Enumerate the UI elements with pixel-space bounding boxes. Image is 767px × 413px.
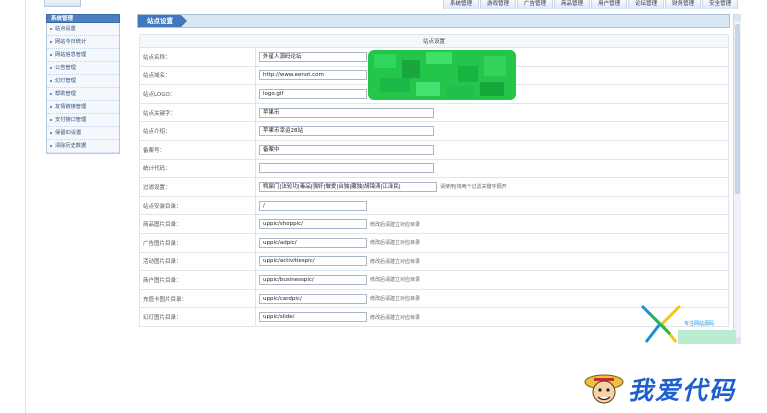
brand-logo-icon: 专注网站源码 <box>640 304 736 344</box>
form-value-cell: 备案中 <box>255 139 729 160</box>
text-input[interactable]: uppic/adpic/ <box>259 237 367 248</box>
text-input[interactable]: 鸭屎门|法轮功|毒品|强奸|做爱|台独|藏独|胡锦涛|江泽民| <box>259 181 437 192</box>
form-value-cell <box>255 158 729 179</box>
text-input[interactable]: http://www.eenot.com <box>259 70 367 81</box>
scroll-up-arrow[interactable] <box>734 14 741 21</box>
text-input[interactable]: uppic/activitiespic/ <box>259 256 367 267</box>
topnav-tab[interactable]: 用户管理 <box>591 0 628 9</box>
text-input[interactable]: 备案中 <box>259 144 434 155</box>
text-input[interactable]: uppic/cardpic/ <box>259 293 367 304</box>
form-caption: 站点设置 <box>139 34 729 48</box>
form-label: 幻灯图片目录： <box>139 307 256 327</box>
form-label: 站点域名： <box>139 65 256 86</box>
sidebar-item[interactable]: 帮助管理 <box>47 88 119 101</box>
form-label: 站点LOGO： <box>139 84 256 104</box>
logo-area <box>44 0 81 7</box>
topnav-tab[interactable]: 财务管理 <box>665 0 702 9</box>
watermark: 我爱代码 <box>584 369 754 407</box>
form-row: 备案号： 备案中 <box>139 139 729 160</box>
main-header-bar: 站点设置 <box>137 14 730 28</box>
field-hint: 修改后请建立对应目录 <box>370 277 421 284</box>
form-label: 备案号： <box>139 139 256 160</box>
form-row: 站点安装目录： / <box>139 195 729 216</box>
form-row: 商品图片目录： uppic/shoppic/修改后请建立对应目录 <box>139 214 729 234</box>
topnav-tab[interactable]: 论坛管理 <box>628 0 665 9</box>
form-value-cell: 鸭屎门|法轮功|毒品|强奸|做爱|台独|藏独|胡锦涛|江泽民| 请使用|将两个过滤… <box>255 177 729 197</box>
top-nav: 系统管理 游戏管理 广告管理 商品管理 用户管理 论坛管理 财务管理 安全管理 <box>443 0 739 9</box>
form-row: 活动图片目录： uppic/activitiespic/修改后请建立对应目录 <box>139 251 729 272</box>
form-value-cell: / <box>255 195 729 216</box>
form-label: 站点名称： <box>139 47 256 67</box>
text-input[interactable]: 苹果币 <box>259 107 434 118</box>
page: 系统管理 游戏管理 广告管理 商品管理 用户管理 论坛管理 财务管理 安全管理 系统管理 站点… <box>0 0 767 413</box>
field-hint: 修改后请建立对应目录 <box>370 240 421 247</box>
form-value-cell: uppic/activitiespic/修改后请建立对应目录 <box>255 251 729 272</box>
form-label: 站点安装目录： <box>139 195 256 216</box>
left-frame-border <box>25 0 26 413</box>
redacted-blur <box>368 50 516 100</box>
brand-logo-text: 专注网站源码 <box>684 320 714 327</box>
text-input[interactable]: uppic/shoppic/ <box>259 219 367 230</box>
sidebar: 系统管理 站点设置 网站今日统计 网站信息管理 公告管理 幻灯管理 帮助管理 友情链接管理支… <box>46 14 120 154</box>
field-hint: 修改后请建立对应目录 <box>370 314 421 321</box>
form-value-cell: uppic/shoppic/修改后请建立对应目录 <box>255 214 729 234</box>
field-hint: 修改后请建立对应目录 <box>370 221 421 228</box>
form-label: 商户图片目录： <box>139 270 256 290</box>
page-title: 站点设置 <box>138 15 187 27</box>
sidebar-item[interactable]: 网站今日统计 <box>47 36 119 49</box>
sidebar-item[interactable]: 网站信息管理 <box>47 49 119 62</box>
form-label: 活动图片目录： <box>139 251 256 272</box>
form-label: 充值卡图片目录： <box>139 288 256 309</box>
form-value-cell: 苹果币 <box>255 102 729 123</box>
text-input[interactable]: / <box>259 200 367 211</box>
form-label: 站点关键字： <box>139 102 256 123</box>
scroll-thumb[interactable] <box>735 24 740 194</box>
sidebar-list: 站点设置 网站今日统计 网站信息管理 公告管理 幻灯管理 帮助管理 友情链接管理 支付接口管理… <box>46 23 120 154</box>
sidebar-item[interactable]: 幻灯管理 <box>47 75 119 88</box>
text-input[interactable]: uppic/slide/ <box>259 312 367 323</box>
form-label: 广告图片目录： <box>139 232 256 253</box>
sidebar-item[interactable]: 公告管理 <box>47 62 119 75</box>
text-input[interactable]: uppic/businesspic/ <box>259 274 367 285</box>
form-label: 过滤设置： <box>139 177 256 197</box>
form-row: 统计代码： <box>139 158 729 179</box>
text-input[interactable]: 外星人源码论坛 <box>259 51 367 62</box>
text-input[interactable] <box>259 163 434 174</box>
form-label: 统计代码： <box>139 158 256 179</box>
topnav-tab[interactable]: 系统管理 <box>443 0 480 9</box>
pirate-avatar-icon <box>584 374 624 404</box>
topnav-tab[interactable]: 商品管理 <box>554 0 591 9</box>
field-hint: 修改后请建立对应目录 <box>370 296 421 303</box>
field-hint: 请使用|将两个过滤关键字隔开 <box>440 184 507 191</box>
form-value-cell: 苹果币幸运28站 <box>255 121 729 141</box>
sidebar-item[interactable]: 清除历史数据 <box>47 140 119 153</box>
form-value-cell: uppic/businesspic/修改后请建立对应目录 <box>255 270 729 290</box>
topnav-tab[interactable]: 安全管理 <box>702 0 739 9</box>
sidebar-item[interactable]: 支付接口管理 <box>47 114 119 127</box>
sidebar-item[interactable]: 站点设置 <box>47 23 119 36</box>
text-input[interactable]: logo.gif <box>259 88 367 99</box>
form-label: 站点介绍： <box>139 121 256 141</box>
vertical-scrollbar[interactable] <box>733 14 741 344</box>
form-row: 过滤设置： 鸭屎门|法轮功|毒品|强奸|做爱|台独|藏独|胡锦涛|江泽民| 请使用|… <box>139 177 729 197</box>
form-label: 商品图片目录： <box>139 214 256 234</box>
topnav-tab[interactable]: 游戏管理 <box>480 0 517 9</box>
sidebar-item[interactable]: 友情链接管理 <box>47 101 119 114</box>
form-value-cell: uppic/adpic/修改后请建立对应目录 <box>255 232 729 253</box>
field-hint: 修改后请建立对应目录 <box>370 258 421 265</box>
form-row: 广告图片目录： uppic/adpic/修改后请建立对应目录 <box>139 232 729 253</box>
sidebar-title[interactable]: 系统管理 <box>46 14 120 23</box>
site-brand-logo: 专注网站源码 <box>640 304 740 346</box>
form-caption-row: 站点设置 <box>139 34 729 48</box>
form-row: 站点关键字： 苹果币 <box>139 102 729 123</box>
form-row: 站点介绍： 苹果币幸运28站 <box>139 121 729 141</box>
watermark-text: 我爱代码 <box>628 376 737 405</box>
text-input[interactable]: 苹果币幸运28站 <box>259 126 434 137</box>
form-row: 商户图片目录： uppic/businesspic/修改后请建立对应目录 <box>139 270 729 290</box>
topnav-tab[interactable]: 广告管理 <box>517 0 554 9</box>
sidebar-item[interactable]: 保留ID设置 <box>47 127 119 140</box>
